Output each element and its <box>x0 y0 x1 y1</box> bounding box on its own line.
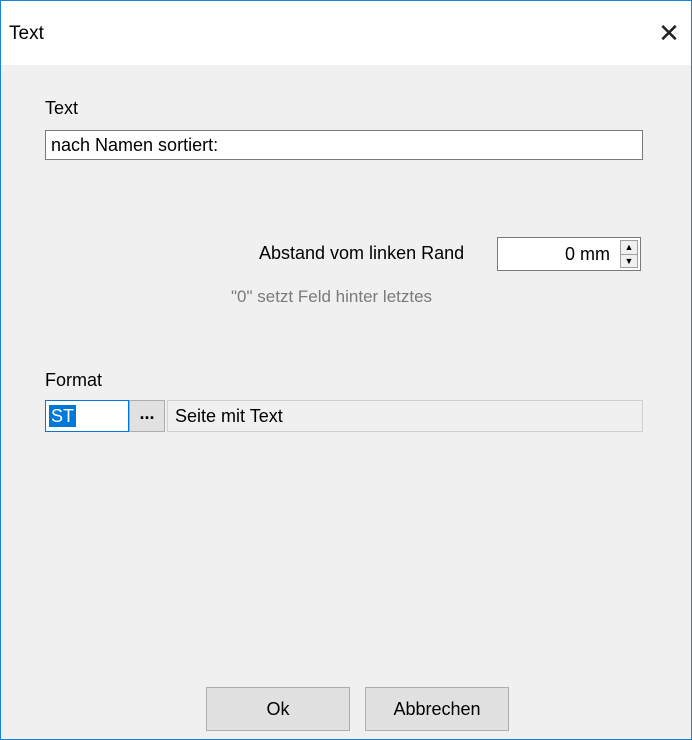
text-dialog: Text ✕ Text nach Namen sortiert: Abstand… <box>0 0 692 740</box>
window-title: Text <box>9 23 44 44</box>
format-label: Format <box>45 370 103 390</box>
margin-label: Abstand vom linken Rand <box>259 243 465 263</box>
format-browse-button[interactable]: ... <box>129 400 165 432</box>
margin-value[interactable]: 0 mm <box>565 244 610 265</box>
text-label: Text <box>45 98 79 118</box>
format-code-selection[interactable]: ST <box>49 405 77 427</box>
format-description: Seite mit Text <box>167 400 643 432</box>
cancel-button[interactable]: Abbrechen <box>365 687 509 731</box>
arrow-up-icon[interactable]: ▲ <box>621 241 637 255</box>
format-code-input[interactable]: ST <box>45 400 129 432</box>
arrow-down-icon[interactable]: ▼ <box>621 255 637 268</box>
text-input[interactable]: nach Namen sortiert: <box>45 130 643 160</box>
title-bar: Text ✕ <box>1 1 691 65</box>
margin-spinner[interactable]: 0 mm ▲ ▼ <box>497 237 641 271</box>
ok-button[interactable]: Ok <box>206 687 350 731</box>
close-icon[interactable]: ✕ <box>647 13 691 53</box>
spinner-buttons: ▲ ▼ <box>620 240 638 268</box>
margin-hint: "0" setzt Feld hinter letztes <box>231 287 433 306</box>
